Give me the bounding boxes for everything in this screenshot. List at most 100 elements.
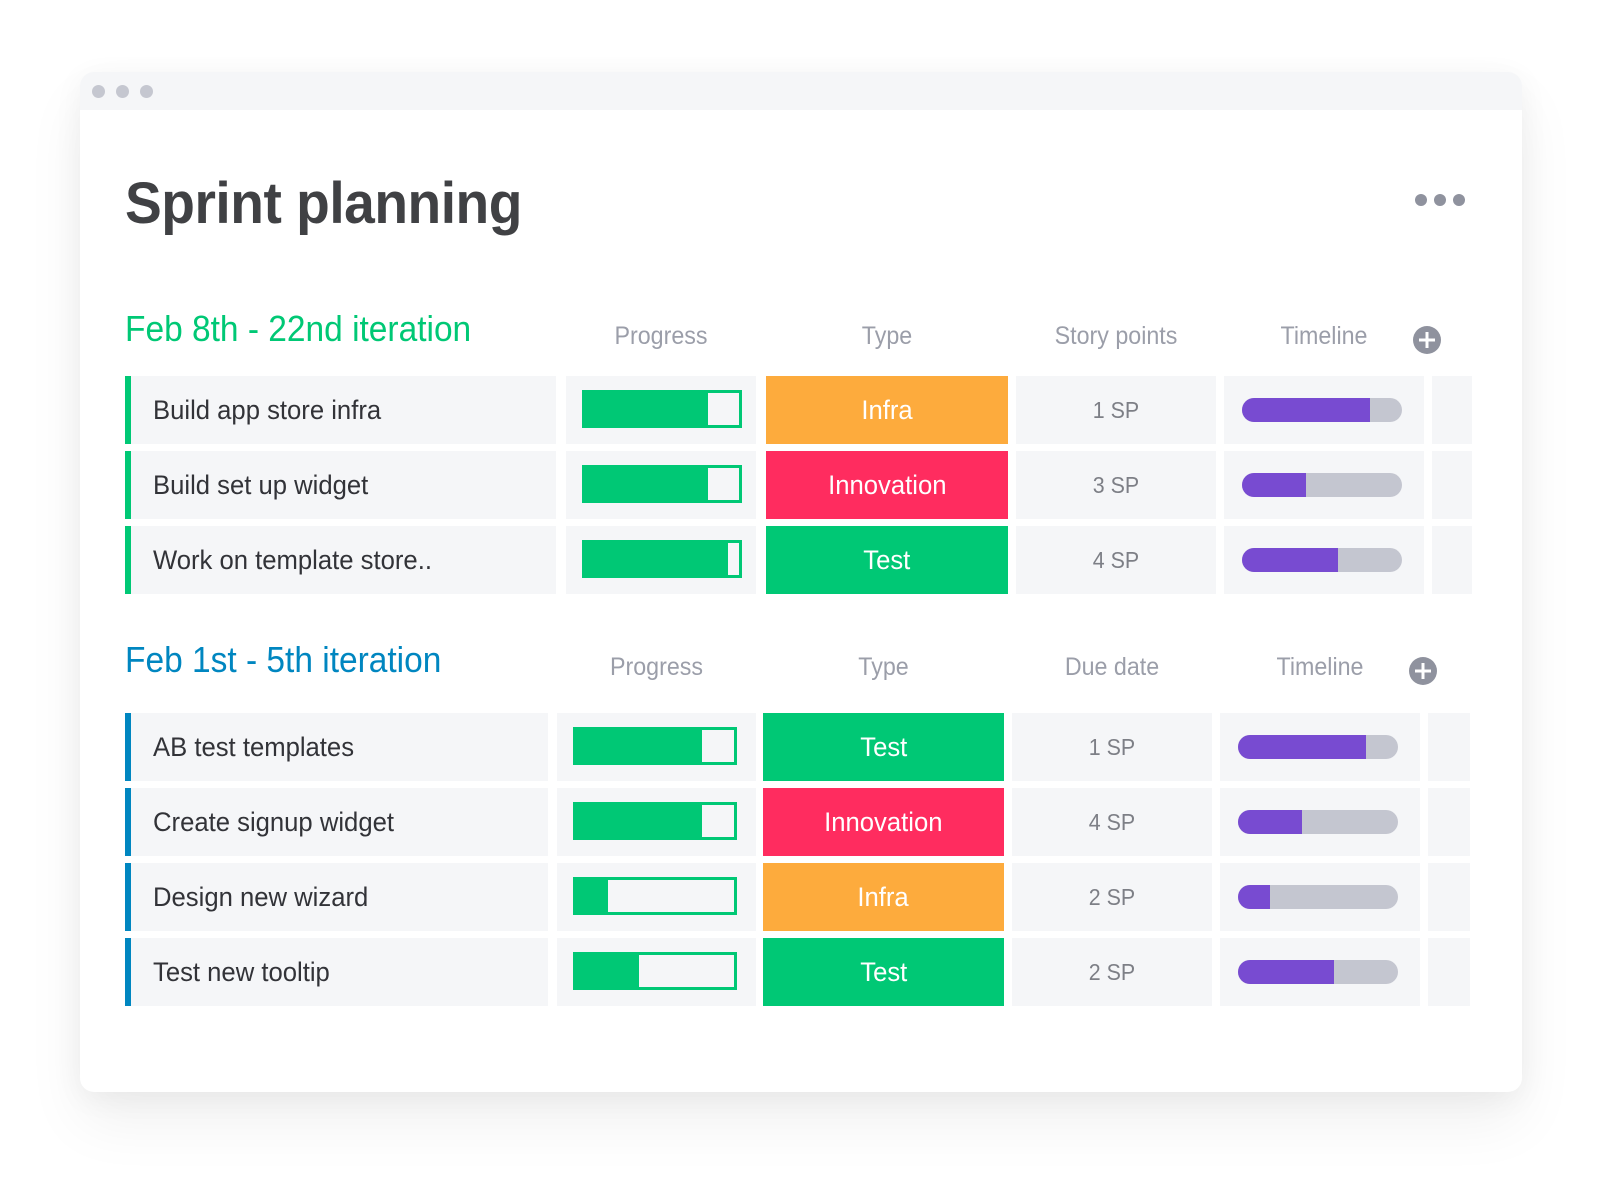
more-horizontal-icon [1453,194,1465,206]
story-points-cell[interactable]: 1 SP [1016,376,1216,444]
item-name-cell[interactable]: Test new tooltip [125,938,548,1006]
group-color-indicator [125,938,131,1006]
timeline-cell[interactable] [1220,788,1420,856]
item-name[interactable]: Design new wizard [153,882,368,913]
type-status-label[interactable]: Infra [766,376,1008,444]
story-points-cell[interactable]: 1 SP [1012,713,1212,781]
table-row: Test new tooltip Test 2 SP [125,938,1485,1006]
item-name-cell[interactable]: Design new wizard [125,863,548,931]
group-title[interactable]: Feb 8th - 22nd iteration [125,308,471,350]
timeline-cell[interactable] [1224,451,1424,519]
column-header-story-points[interactable]: Story points [1023,322,1209,351]
type-label-text: Infra [861,394,913,425]
table-row: Design new wizard Infra 2 SP [125,863,1485,931]
page-title: Sprint planning [125,171,522,236]
item-name-cell[interactable]: Work on template store.. [125,526,556,594]
timeline-bar [1238,885,1398,909]
timeline-bar [1242,398,1402,422]
story-points-cell[interactable]: 4 SP [1012,788,1212,856]
story-points-cell[interactable]: 3 SP [1016,451,1216,519]
type-status-label[interactable]: Test [763,938,1004,1006]
item-name-cell[interactable]: Create signup widget [125,788,548,856]
story-points-value: 4 SP [1092,546,1140,573]
type-label-text: Test [859,956,908,987]
progress-bar-fill [576,955,640,987]
table-row: Build app store infra Infra 1 SP [125,376,1485,444]
more-horizontal-icon [1434,194,1446,206]
empty-cell[interactable] [1432,451,1472,519]
timeline-bar-fill [1238,960,1334,984]
item-name[interactable]: Build app store infra [153,395,381,426]
progress-cell[interactable] [557,938,756,1006]
progress-bar-fill [576,880,608,912]
progress-cell[interactable] [566,451,756,519]
column-header-timeline[interactable]: Timeline [1231,322,1417,351]
item-name[interactable]: Work on template store.. [153,545,432,576]
empty-cell[interactable] [1428,788,1470,856]
item-name-cell[interactable]: Build app store infra [125,376,556,444]
window-dot-icon[interactable] [116,85,129,98]
timeline-bar-fill [1238,810,1302,834]
timeline-cell[interactable] [1220,938,1420,1006]
add-column-button[interactable] [1413,326,1441,354]
empty-cell[interactable] [1432,376,1472,444]
item-name[interactable]: Build set up widget [153,470,368,501]
timeline-bar-fill [1238,885,1270,909]
progress-cell[interactable] [566,376,756,444]
type-status-label[interactable]: Test [766,526,1008,594]
timeline-bar [1238,735,1398,759]
group-color-indicator [125,451,131,519]
progress-bar [573,802,737,840]
progress-cell[interactable] [557,863,756,931]
item-name-cell[interactable]: Build set up widget [125,451,556,519]
column-header-type[interactable]: Type [771,653,995,682]
item-name[interactable]: Create signup widget [153,807,394,838]
empty-cell[interactable] [1428,713,1470,781]
timeline-cell[interactable] [1224,376,1424,444]
story-points-cell[interactable]: 4 SP [1016,526,1216,594]
progress-cell[interactable] [566,526,756,594]
timeline-cell[interactable] [1224,526,1424,594]
group-title[interactable]: Feb 1st - 5th iteration [125,639,441,681]
column-header-timeline[interactable]: Timeline [1227,653,1413,682]
story-points-value: 3 SP [1092,471,1140,498]
table-row: Create signup widget Innovation 4 SP [125,788,1485,856]
story-points-value: 2 SP [1088,883,1136,910]
type-label-text: Innovation [827,469,947,500]
more-horizontal-icon [1415,194,1427,206]
progress-cell[interactable] [557,788,756,856]
type-status-label[interactable]: Infra [763,863,1004,931]
type-status-label[interactable]: Test [763,713,1004,781]
type-status-label[interactable]: Innovation [763,788,1004,856]
group-color-indicator [125,376,131,444]
type-label-text: Test [863,544,911,575]
item-name[interactable]: Test new tooltip [153,957,330,988]
group-color-indicator [125,526,131,594]
progress-bar-fill [585,393,709,425]
item-name-cell[interactable]: AB test templates [125,713,548,781]
column-header-progress[interactable]: Progress [573,322,750,351]
table-row: Build set up widget Innovation 3 SP [125,451,1485,519]
story-points-cell[interactable]: 2 SP [1012,938,1212,1006]
timeline-bar-fill [1242,398,1370,422]
timeline-cell[interactable] [1220,713,1420,781]
column-header-due-date[interactable]: Due date [1019,653,1205,682]
empty-cell[interactable] [1428,863,1470,931]
timeline-cell[interactable] [1220,863,1420,931]
story-points-value: 1 SP [1092,396,1140,423]
table-row: Work on template store.. Test 4 SP [125,526,1485,594]
type-status-label[interactable]: Innovation [766,451,1008,519]
empty-cell[interactable] [1428,938,1470,1006]
progress-cell[interactable] [557,713,756,781]
window-dot-icon[interactable] [92,85,105,98]
window-dot-icon[interactable] [140,85,153,98]
add-column-button[interactable] [1409,657,1437,685]
story-points-cell[interactable]: 2 SP [1012,863,1212,931]
column-header-progress[interactable]: Progress [564,653,749,682]
item-name[interactable]: AB test templates [153,732,354,763]
empty-cell[interactable] [1432,526,1472,594]
column-header-type[interactable]: Type [774,322,999,351]
more-options-button[interactable] [1415,188,1465,212]
progress-bar-fill [585,543,729,575]
progress-bar [582,390,742,428]
